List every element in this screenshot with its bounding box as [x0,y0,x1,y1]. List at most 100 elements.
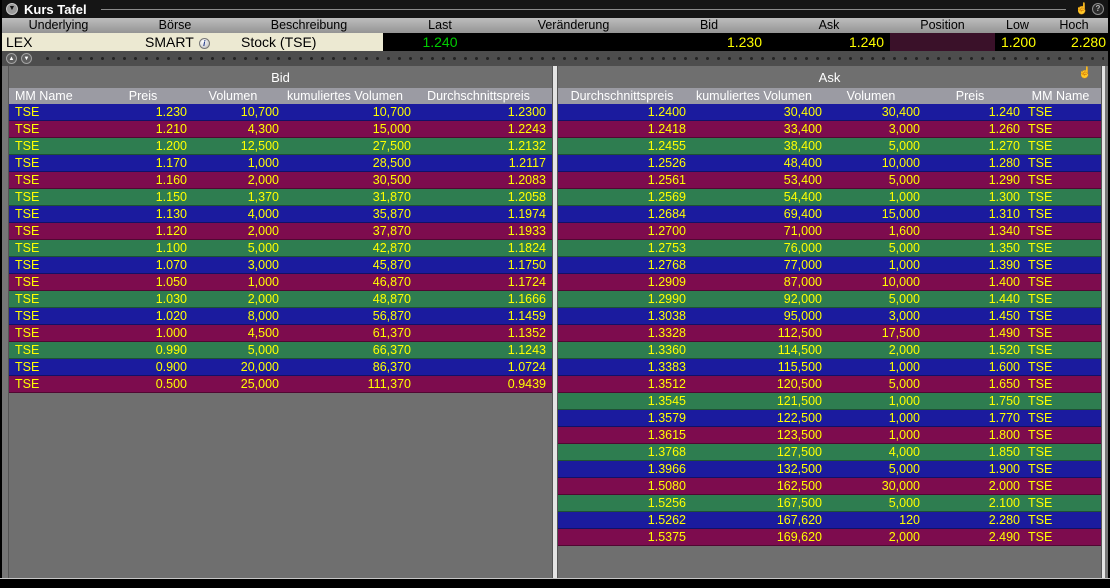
table-row[interactable]: 1.3579122,5001,0001.770TSE [558,410,1101,427]
table-row[interactable]: TSE1.1501,37031,8701.2058 [9,189,552,206]
table-row[interactable]: 1.303895,0003,0001.450TSE [558,308,1101,325]
cell: 4,000 [187,206,279,222]
table-row[interactable]: TSE1.1701,00028,5001.2117 [9,155,552,172]
table-row[interactable]: TSE0.90020,00086,3701.0724 [9,359,552,376]
table-row[interactable]: 1.299092,0005,0001.440TSE [558,291,1101,308]
underlying-cell[interactable]: LEX [2,33,115,51]
cell: 1.2909 [558,274,686,290]
cell: 1.490 [920,325,1020,341]
cell: 1.2243 [411,121,552,137]
cell: TSE [1020,410,1101,426]
table-row[interactable]: 1.241833,4003,0001.260TSE [558,121,1101,138]
table-row[interactable]: TSE1.0703,00045,8701.1750 [9,257,552,274]
cell: 48,870 [279,291,411,307]
cell: 1.3615 [558,427,686,443]
table-row[interactable]: TSE1.0302,00048,8701.1666 [9,291,552,308]
table-row[interactable]: 1.3360114,5002,0001.520TSE [558,342,1101,359]
table-row[interactable]: 1.268469,40015,0001.310TSE [558,206,1101,223]
cell: 1,370 [187,189,279,205]
cell: 111,370 [279,376,411,392]
position-cell[interactable] [890,33,995,51]
table-row[interactable]: 1.3512120,5005,0001.650TSE [558,376,1101,393]
cell: 54,400 [686,189,822,205]
cell: 1.400 [920,274,1020,290]
table-row[interactable]: TSE1.1602,00030,5001.2083 [9,172,552,189]
table-row[interactable]: TSE1.1202,00037,8701.1933 [9,223,552,240]
hand-tool-icon[interactable]: ☝ [1075,4,1089,15]
cell: 71,000 [686,223,822,239]
cell: 1.2300 [411,104,552,120]
table-row[interactable]: TSE1.1005,00042,8701.1824 [9,240,552,257]
table-row[interactable]: TSE1.0501,00046,8701.1724 [9,274,552,291]
help-icon[interactable]: ? [1092,3,1104,15]
description-cell[interactable]: Stock (TSE) [235,33,383,51]
bid-col-mm-name: MM Name [9,88,99,104]
cell: 10,000 [822,155,920,171]
table-row[interactable]: 1.256954,4001,0001.300TSE [558,189,1101,206]
bid-panel: Bid MM Name Preis Volumen kumuliertes Vo… [8,66,553,578]
exchange-cell[interactable]: SMARTi [115,33,235,51]
title-rule-line [101,9,1067,10]
table-row[interactable]: 1.252648,40010,0001.280TSE [558,155,1101,172]
cell: 1,600 [822,223,920,239]
table-row[interactable]: 1.5262167,6201202.280TSE [558,512,1101,529]
table-row[interactable]: 1.256153,4005,0001.290TSE [558,172,1101,189]
cell: TSE [9,121,99,137]
table-row[interactable]: 1.3383115,5001,0001.600TSE [558,359,1101,376]
table-row[interactable]: 1.3615123,5001,0001.800TSE [558,427,1101,444]
ask-col-mm-name: MM Name [1020,88,1101,104]
table-row[interactable]: TSE1.0208,00056,8701.1459 [9,308,552,325]
bid-price-cell[interactable]: 1.230 [650,33,768,51]
cell: 17,500 [822,325,920,341]
cell: 69,400 [686,206,822,222]
collapse-panel-button[interactable]: ▼ [6,3,18,15]
cell: 1.130 [99,206,187,222]
table-row[interactable]: 1.3545121,5001,0001.750TSE [558,393,1101,410]
table-row[interactable]: 1.275376,0005,0001.350TSE [558,240,1101,257]
table-row[interactable]: 1.290987,00010,0001.400TSE [558,274,1101,291]
cell: 1.230 [99,104,187,120]
table-row[interactable]: 1.245538,4005,0001.270TSE [558,138,1101,155]
scroll-up-button[interactable]: ▲ [6,53,17,64]
cell: 2.100 [920,495,1020,511]
cell: 1.050 [99,274,187,290]
col-header-veraenderung: Veränderung [497,18,650,33]
cell: 121,500 [686,393,822,409]
table-row[interactable]: TSE1.2104,30015,0001.2243 [9,121,552,138]
splitter-bar[interactable]: ▲ ▼ [2,51,1108,66]
title-bar: ▼ Kurs Tafel ☝ ? [2,0,1108,18]
cell: TSE [9,189,99,205]
change-cell[interactable] [497,33,650,51]
table-row[interactable]: TSE1.0004,50061,3701.1352 [9,325,552,342]
low-cell[interactable]: 1.200 [995,33,1040,51]
table-row[interactable]: 1.276877,0001,0001.390TSE [558,257,1101,274]
cell: 1.520 [920,342,1020,358]
cell: 2,000 [187,291,279,307]
table-row[interactable]: TSE1.23010,70010,7001.2300 [9,104,552,121]
cell: 1.3383 [558,359,686,375]
table-row[interactable]: 1.5375169,6202,0002.490TSE [558,529,1101,546]
table-row[interactable]: TSE1.1304,00035,8701.1974 [9,206,552,223]
table-row[interactable]: TSE1.20012,50027,5001.2132 [9,138,552,155]
panel-hand-icon[interactable]: ☝ [1078,68,1092,79]
cell: 1.3360 [558,342,686,358]
table-row[interactable]: 1.3328112,50017,5001.490TSE [558,325,1101,342]
cell: 1.2400 [558,104,686,120]
table-row[interactable]: 1.5256167,5005,0002.100TSE [558,495,1101,512]
table-row[interactable]: TSE0.50025,000111,3700.9439 [9,376,552,393]
table-row[interactable]: TSE0.9905,00066,3701.1243 [9,342,552,359]
cell: 1.2455 [558,138,686,154]
cell: 5,000 [822,240,920,256]
scroll-down-button[interactable]: ▼ [21,53,32,64]
bid-col-volumen: Volumen [187,88,279,104]
table-row[interactable]: 1.5080162,50030,0002.000TSE [558,478,1101,495]
table-row[interactable]: 1.270071,0001,6001.340TSE [558,223,1101,240]
cell: TSE [9,291,99,307]
table-row[interactable]: 1.240030,40030,4001.240TSE [558,104,1101,121]
last-price-cell[interactable]: 1.240 [383,33,497,51]
high-cell[interactable]: 2.280 [1040,33,1108,51]
table-row[interactable]: 1.3966132,5005,0001.900TSE [558,461,1101,478]
info-icon[interactable]: i [199,38,210,49]
table-row[interactable]: 1.3768127,5004,0001.850TSE [558,444,1101,461]
ask-price-cell[interactable]: 1.240 [768,33,890,51]
